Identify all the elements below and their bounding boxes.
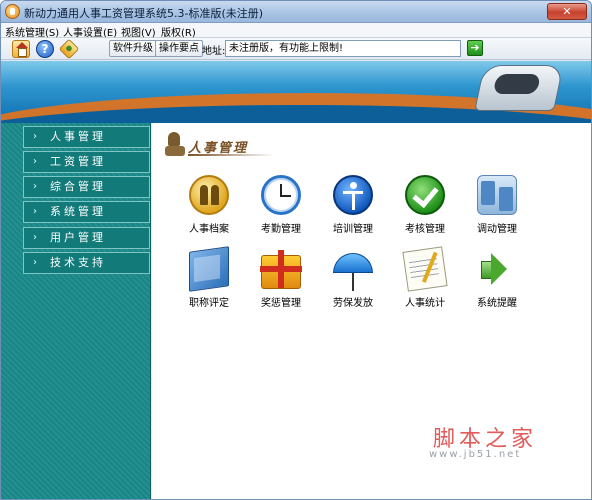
module-personnel-files[interactable]: 人事档案 bbox=[174, 175, 244, 239]
module-attendance[interactable]: 考勤管理 bbox=[246, 175, 316, 239]
chess-knight-icon bbox=[164, 132, 186, 158]
accessibility-icon bbox=[333, 175, 373, 215]
sidebar-item-users[interactable]: › 用户管理 bbox=[23, 227, 150, 249]
module-label: 职称评定 bbox=[189, 298, 229, 309]
sidebar-item-label: 工资管理 bbox=[50, 155, 106, 168]
module-label: 系统提醒 bbox=[477, 298, 517, 309]
module-assessment[interactable]: 考核管理 bbox=[390, 175, 460, 239]
gift-icon bbox=[260, 250, 302, 289]
upgrade-button[interactable]: 软件升级 bbox=[109, 40, 157, 57]
umbrella-icon bbox=[333, 253, 373, 291]
close-button[interactable]: ✕ bbox=[547, 3, 587, 20]
section-divider bbox=[188, 154, 274, 156]
sidebar-item-system[interactable]: › 系统管理 bbox=[23, 201, 150, 223]
sidebar-item-support[interactable]: › 技术支持 bbox=[23, 252, 150, 274]
chevron-right-icon: › bbox=[33, 181, 37, 192]
module-label: 调动管理 bbox=[477, 224, 517, 235]
menu-copyright[interactable]: 版权(R) bbox=[161, 24, 196, 39]
header-banner bbox=[1, 61, 591, 123]
module-label: 考核管理 bbox=[405, 224, 445, 235]
sidebar-item-hr[interactable]: › 人事管理 bbox=[23, 126, 150, 148]
module-label: 考勤管理 bbox=[261, 224, 301, 235]
sidebar-item-label: 综合管理 bbox=[50, 180, 106, 193]
menu-hr-settings[interactable]: 人事设置(E) bbox=[63, 24, 117, 39]
transfer-icon bbox=[477, 175, 517, 215]
module-label: 培训管理 bbox=[333, 224, 373, 235]
module-label: 劳保发放 bbox=[333, 298, 373, 309]
module-label: 人事统计 bbox=[405, 298, 445, 309]
watermark-url: www.jb51.net bbox=[429, 449, 522, 460]
module-hr-statistics[interactable]: 人事统计 bbox=[390, 246, 460, 313]
toolbar: ? 软件升级 操作要点 地址: 未注册版，有功能上限制! ➔ bbox=[1, 38, 591, 60]
sidebar: › 人事管理 › 工资管理 › 综合管理 › 系统管理 › 用户管理 › 技术支… bbox=[1, 123, 151, 499]
clock-icon bbox=[261, 175, 301, 215]
sidebar-item-label: 用户管理 bbox=[50, 231, 106, 244]
chevron-right-icon: › bbox=[33, 156, 37, 167]
app-window: 新动力通用人事工资管理系统5.3-标准版(未注册) ✕ 系统管理(S) 人事设置… bbox=[0, 0, 592, 500]
chevron-right-icon: › bbox=[33, 131, 37, 142]
book-icon bbox=[189, 246, 229, 292]
refresh-icon[interactable] bbox=[58, 38, 80, 60]
module-transfer[interactable]: 调动管理 bbox=[462, 175, 532, 239]
sidebar-item-payroll[interactable]: › 工资管理 bbox=[23, 151, 150, 173]
module-label: 奖惩管理 bbox=[261, 298, 301, 309]
title-bar[interactable]: 新动力通用人事工资管理系统5.3-标准版(未注册) ✕ bbox=[1, 1, 591, 23]
sidebar-item-label: 人事管理 bbox=[50, 130, 106, 143]
window-title: 新动力通用人事工资管理系统5.3-标准版(未注册) bbox=[24, 7, 264, 20]
home-icon[interactable] bbox=[12, 40, 30, 58]
sidebar-item-label: 技术支持 bbox=[50, 256, 106, 269]
menu-bar: 系统管理(S) 人事设置(E) 视图(V) 版权(R) bbox=[1, 23, 591, 39]
module-label: 人事档案 bbox=[189, 224, 229, 235]
notes-icon bbox=[402, 246, 448, 292]
module-rewards-penalties[interactable]: 奖惩管理 bbox=[246, 249, 316, 313]
people-icon bbox=[189, 175, 229, 215]
go-button[interactable]: ➔ bbox=[467, 40, 483, 56]
module-labor-protection[interactable]: 劳保发放 bbox=[318, 249, 388, 313]
chevron-right-icon: › bbox=[33, 257, 37, 268]
checkmark-icon bbox=[405, 175, 445, 215]
address-label: 地址: bbox=[202, 46, 226, 57]
module-system-reminder[interactable]: 系统提醒 bbox=[462, 249, 532, 313]
tips-button[interactable]: 操作要点 bbox=[155, 40, 203, 57]
chevron-right-icon: › bbox=[33, 206, 37, 217]
chevron-right-icon: › bbox=[33, 232, 37, 243]
menu-system[interactable]: 系统管理(S) bbox=[5, 24, 59, 39]
menu-view[interactable]: 视图(V) bbox=[121, 24, 156, 39]
module-title-evaluation[interactable]: 职称评定 bbox=[174, 246, 244, 313]
help-icon[interactable]: ? bbox=[36, 40, 54, 58]
module-training[interactable]: 培训管理 bbox=[318, 175, 388, 239]
address-input[interactable]: 未注册版，有功能上限制! bbox=[225, 40, 461, 57]
banner-device-image bbox=[474, 65, 564, 111]
sidebar-item-general[interactable]: › 综合管理 bbox=[23, 176, 150, 198]
app-logo-icon bbox=[5, 4, 20, 19]
speaker-icon bbox=[477, 249, 517, 289]
sidebar-item-label: 系统管理 bbox=[50, 205, 106, 218]
